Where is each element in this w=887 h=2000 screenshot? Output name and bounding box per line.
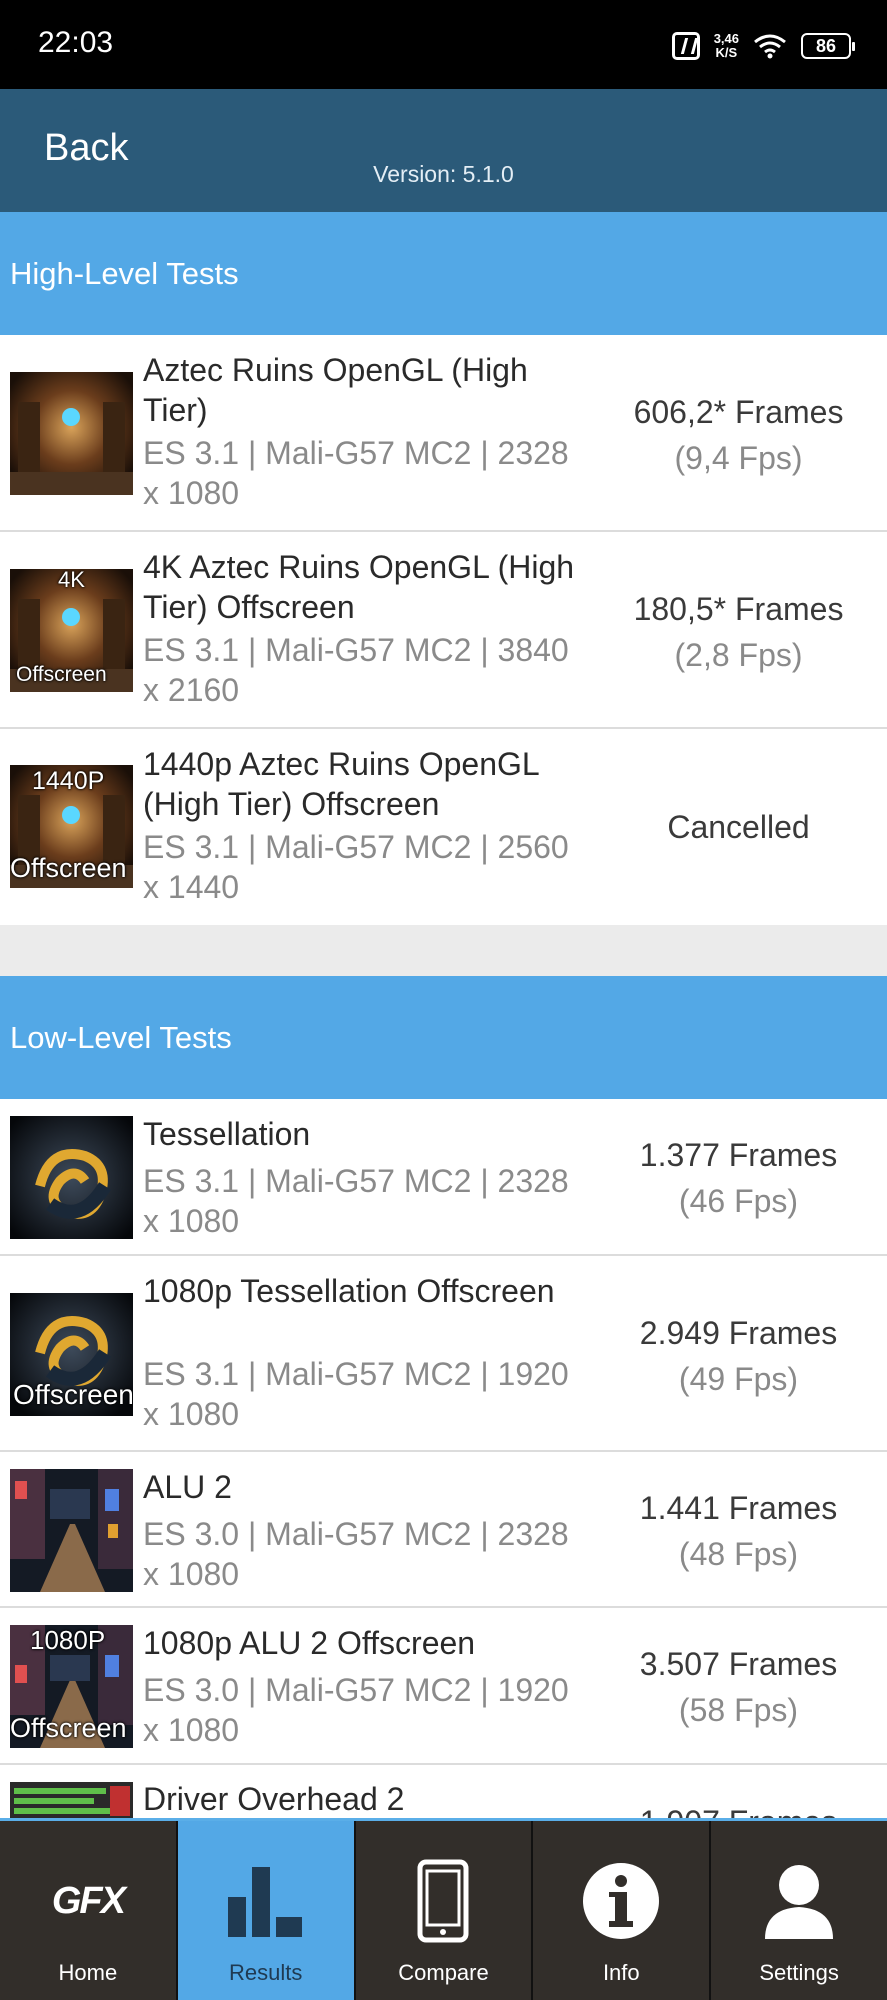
test-subtitle: ES 3.1 | Mali-G57 MC2 | 2328 x 1080 (143, 435, 569, 511)
bottom-nav: GFX Home Results Compare Info Settings (0, 1818, 887, 2000)
test-subtitle: ES 3.1 | Mali-G57 MC2 | 2560 x 1440 (143, 829, 569, 905)
status-bar: 22:03 3,46 K/S 86 (0, 0, 887, 89)
test-title: Driver Overhead 2 (143, 1781, 405, 1817)
battery-icon: 86 (801, 33, 855, 59)
test-row-driver-overhead[interactable]: Driver Overhead 2 1.907 Frames (0, 1765, 887, 1825)
thumb-badge-top: 1440P (32, 767, 105, 795)
test-row-1080p-alu2[interactable]: 1080P Offscreen 1080p ALU 2 Offscreen ES… (0, 1608, 887, 1765)
test-title: 1080p ALU 2 Offscreen (143, 1625, 476, 1661)
test-subtitle: ES 3.0 | Mali-G57 MC2 | 2328 x 1080 (143, 1516, 569, 1592)
battery-level: 86 (815, 35, 837, 56)
thumb-badge-bottom: Offscreen (13, 1379, 133, 1410)
test-result: 1.441 Frames (639, 1490, 838, 1526)
thumb-badge-bottom: Offscreen (10, 853, 127, 883)
nav-label: Info (602, 1960, 640, 1985)
status-time: 22:03 (38, 26, 114, 59)
user-icon (754, 1861, 844, 1941)
test-title: 4K Aztec Ruins OpenGL (High Tier) Offscr… (143, 549, 575, 625)
top-nav: Back Version: 5.1.0 (0, 89, 887, 212)
thumb-badge-bottom: Offscreen (10, 1713, 127, 1743)
bar-chart-icon (221, 1861, 311, 1941)
network-speed-unit: K/S (715, 45, 738, 60)
nav-label: Settings (759, 1960, 839, 1985)
test-subtitle: ES 3.1 | Mali-G57 MC2 | 2328 x 1080 (143, 1163, 569, 1239)
tessellation-thumbnail (10, 1116, 133, 1239)
test-title: 1440p Aztec Ruins OpenGL (High Tier) Off… (143, 746, 539, 822)
thumb-badge-top: 4K (58, 569, 85, 592)
test-fps: (9,4 Fps) (674, 440, 803, 476)
alu2-thumbnail (10, 1469, 133, 1592)
network-speed-value: 3,46 (713, 31, 739, 46)
nav-label: Home (58, 1960, 118, 1985)
wifi-icon (754, 34, 786, 59)
nav-home[interactable]: GFX Home (0, 1821, 178, 2000)
network-speed: 3,46 K/S (714, 32, 739, 60)
test-row-4k-aztec-ruins[interactable]: 4K Offscreen 4K Aztec Ruins OpenGL (High… (0, 532, 887, 729)
test-fps: (46 Fps) (678, 1183, 799, 1219)
test-result: 606,2* Frames (633, 394, 844, 430)
test-fps: (58 Fps) (678, 1692, 799, 1728)
nfc-icon (671, 32, 700, 60)
aztec-ruins-4k-thumbnail: 4K Offscreen (10, 569, 133, 692)
test-title: Aztec Ruins OpenGL (High Tier) (143, 352, 528, 428)
test-title: 1080p Tessellation Offscreen (143, 1273, 555, 1309)
nav-results[interactable]: Results (177, 1821, 356, 2000)
version-text: Version: 5.1.0 (373, 161, 514, 187)
test-result: Cancelled (667, 809, 810, 845)
test-row-alu2[interactable]: ALU 2 ES 3.0 | Mali-G57 MC2 | 2328 x 108… (0, 1452, 887, 1608)
test-fps: (2,8 Fps) (674, 637, 803, 673)
info-icon (576, 1861, 666, 1941)
phone-icon (398, 1859, 488, 1943)
test-fps: (48 Fps) (678, 1536, 799, 1572)
test-result: 1.377 Frames (639, 1137, 838, 1173)
nav-label: Results (229, 1960, 303, 1985)
nav-info[interactable]: Info (533, 1821, 712, 2000)
nav-settings[interactable]: Settings (711, 1821, 887, 2000)
test-subtitle: ES 3.0 | Mali-G57 MC2 | 1920 x 1080 (143, 1672, 569, 1748)
thumb-badge-top: 1080P (30, 1625, 106, 1655)
aztec-ruins-1440p-thumbnail: 1440P Offscreen (10, 765, 133, 888)
test-subtitle: ES 3.1 | Mali-G57 MC2 | 3840 x 2160 (143, 632, 569, 708)
status-icons: 3,46 K/S 86 (671, 26, 855, 66)
alu2-offscreen-thumbnail: 1080P Offscreen (10, 1625, 133, 1748)
thumb-badge-bottom: Offscreen (16, 663, 107, 686)
test-result: 2.949 Frames (639, 1315, 838, 1351)
test-title: ALU 2 (143, 1469, 232, 1505)
section-divider (0, 925, 887, 976)
test-row-1440p-aztec-ruins[interactable]: 1440P Offscreen 1440p Aztec Ruins OpenGL… (0, 729, 887, 925)
test-fps: (49 Fps) (678, 1361, 799, 1397)
test-row-tessellation[interactable]: Tessellation ES 3.1 | Mali-G57 MC2 | 232… (0, 1099, 887, 1256)
test-subtitle: ES 3.1 | Mali-G57 MC2 | 1920 x 1080 (143, 1356, 569, 1432)
nav-label: Compare (398, 1960, 489, 1985)
section-header-high-level: High-Level Tests (0, 212, 887, 335)
nav-compare[interactable]: Compare (356, 1821, 534, 2000)
tessellation-offscreen-thumbnail: Offscreen (10, 1293, 133, 1416)
test-result: 180,5* Frames (633, 591, 844, 627)
test-row-1080p-tessellation[interactable]: Offscreen 1080p Tessellation Offscreen E… (0, 1256, 887, 1452)
test-title: Tessellation (143, 1116, 311, 1152)
aztec-ruins-thumbnail (10, 372, 133, 495)
section-header-low-level: Low-Level Tests (0, 976, 887, 1099)
test-row-aztec-ruins[interactable]: Aztec Ruins OpenGL (High Tier) ES 3.1 | … (0, 335, 887, 532)
test-result: 3.507 Frames (639, 1646, 838, 1682)
gfx-logo-icon: GFX (51, 1879, 126, 1922)
